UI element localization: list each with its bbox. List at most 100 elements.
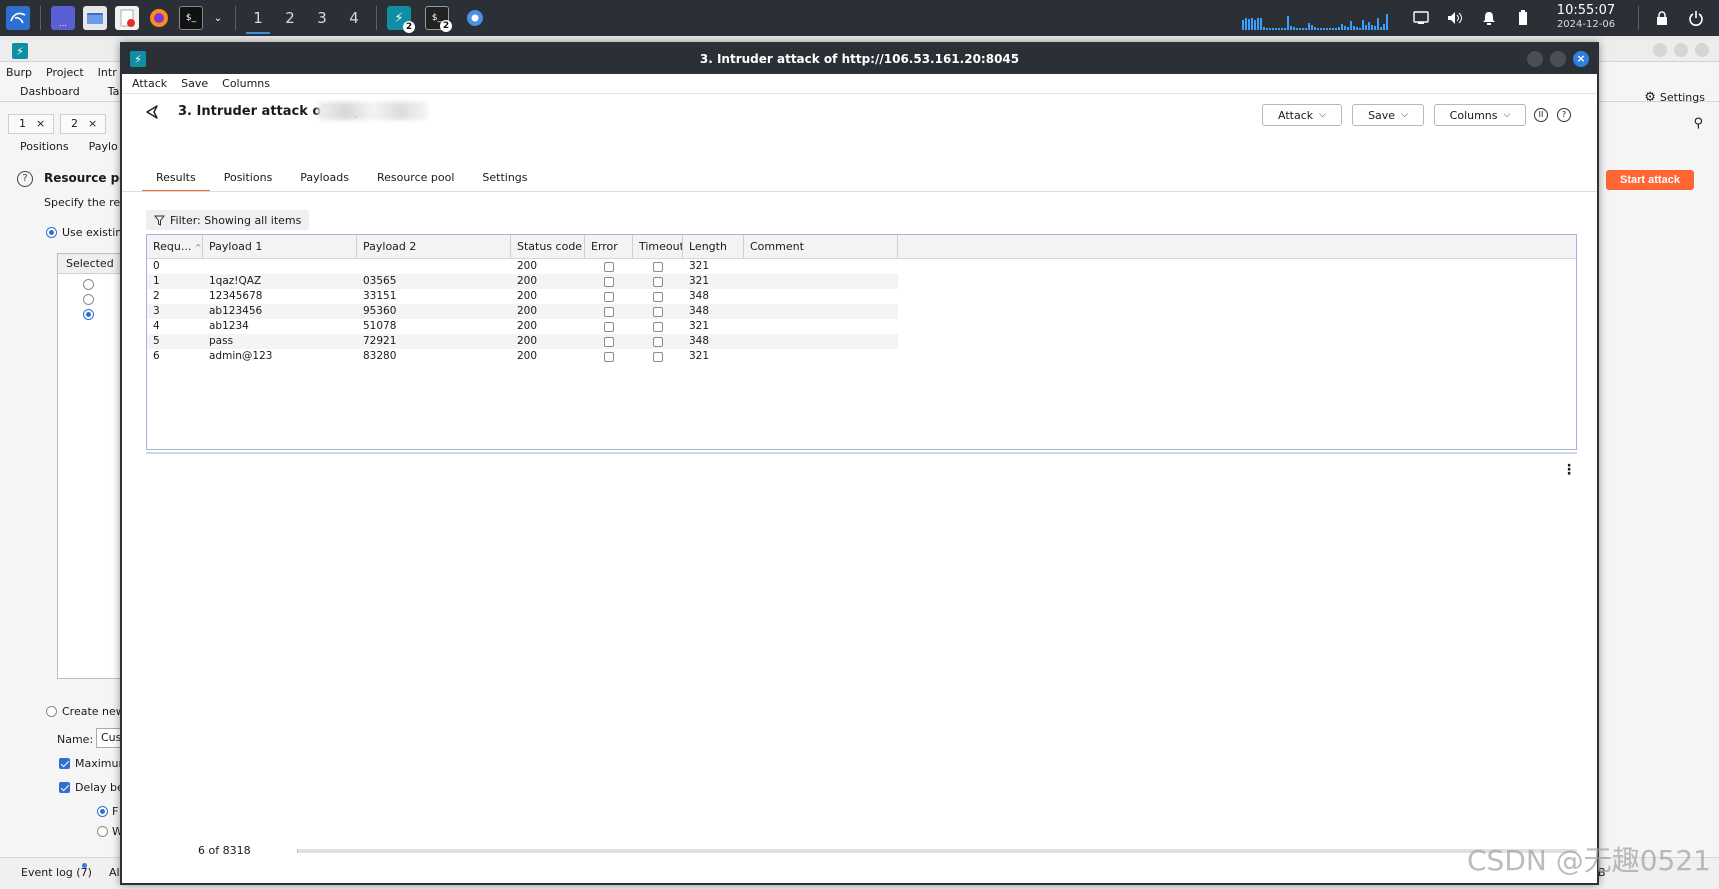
- subtab-payloads[interactable]: Paylo: [89, 140, 118, 153]
- pause-icon[interactable]: II: [1534, 108, 1548, 122]
- columns-button[interactable]: Columns ⌵: [1434, 104, 1526, 126]
- tab-dashboard[interactable]: Dashboard: [0, 82, 94, 102]
- file-manager-icon[interactable]: [83, 6, 107, 30]
- power-icon[interactable]: [1685, 7, 1707, 29]
- help-icon[interactable]: ?: [17, 171, 33, 187]
- tab-settings[interactable]: Settings: [468, 168, 541, 192]
- filter-icon: [154, 215, 165, 226]
- event-log-link[interactable]: Event log (7): [21, 866, 92, 879]
- col-status-code[interactable]: Status code: [511, 235, 585, 259]
- with-radio[interactable]: [97, 826, 108, 837]
- workspace-3[interactable]: 3: [306, 0, 338, 36]
- length-cell: 348: [683, 304, 744, 319]
- table-row[interactable]: 2 12345678 33151 200 348: [147, 289, 1576, 304]
- col-comment[interactable]: Comment: [744, 235, 898, 259]
- kali-menu-icon[interactable]: [6, 6, 30, 30]
- intruder-subtabs: Positions Paylo: [20, 140, 118, 153]
- maximum-option[interactable]: Maximun: [59, 757, 125, 770]
- event-log-dot: [82, 863, 87, 868]
- menu-columns[interactable]: Columns: [222, 77, 270, 90]
- fixed-option[interactable]: F: [97, 805, 118, 818]
- error-checkbox: [604, 336, 614, 347]
- col-error[interactable]: Error: [585, 235, 633, 259]
- attack-button[interactable]: Attack ⌵: [1262, 104, 1342, 126]
- maximum-checkbox[interactable]: [59, 758, 70, 769]
- payload2-cell: 51078: [363, 320, 397, 332]
- menu-burp[interactable]: Burp: [6, 66, 32, 79]
- pool-radio-2[interactable]: [83, 293, 94, 305]
- intruder-tab-1[interactable]: 1 ×: [8, 114, 54, 134]
- length-cell: 321: [683, 274, 744, 289]
- burp-logo-icon: ⚡: [12, 43, 28, 59]
- menu-attack[interactable]: Attack: [132, 77, 167, 90]
- tab-positions[interactable]: Positions: [210, 168, 287, 192]
- use-existing-radio[interactable]: [46, 227, 57, 238]
- tab-payloads[interactable]: Payloads: [286, 168, 363, 192]
- table-row[interactable]: 3 ab123456 95360 200 348: [147, 304, 1576, 319]
- menu-save[interactable]: Save: [181, 77, 208, 90]
- delay-option[interactable]: Delay bet: [59, 781, 128, 794]
- tab-results[interactable]: Results: [142, 168, 210, 192]
- with-option[interactable]: W: [97, 825, 123, 838]
- workspace-switcher-icon[interactable]: ...: [51, 6, 75, 30]
- table-row[interactable]: 5 pass 72921 200 348: [147, 334, 1576, 349]
- close-button[interactable]: ×: [1573, 51, 1589, 67]
- terminal-icon[interactable]: $_: [179, 6, 203, 30]
- burp-task-icon[interactable]: ⚡ 2: [387, 6, 415, 33]
- col-length[interactable]: Length: [683, 235, 744, 259]
- fixed-radio[interactable]: [97, 806, 108, 817]
- workspace-1[interactable]: 1: [242, 0, 274, 36]
- workspace-2[interactable]: 2: [274, 0, 306, 36]
- workspace-4[interactable]: 4: [338, 0, 370, 36]
- terminal-task-icon[interactable]: $_ 2: [425, 6, 452, 32]
- back-icon[interactable]: [144, 104, 160, 120]
- start-attack-button[interactable]: Start attack: [1606, 170, 1694, 190]
- maximize-button[interactable]: [1550, 51, 1566, 67]
- filter-bar[interactable]: Filter: Showing all items: [146, 210, 310, 230]
- battery-icon[interactable]: [1512, 7, 1534, 29]
- create-new-radio[interactable]: [46, 706, 57, 717]
- close-icon: ×: [1576, 52, 1586, 65]
- volume-icon[interactable]: [1444, 7, 1466, 29]
- minimize-button[interactable]: [1527, 51, 1543, 67]
- main-minimize-button[interactable]: [1653, 43, 1667, 57]
- col-payload-2[interactable]: Payload 2: [357, 235, 511, 259]
- bell-icon[interactable]: [1478, 7, 1500, 29]
- save-button[interactable]: Save ⌵: [1352, 104, 1424, 126]
- subtab-positions[interactable]: Positions: [20, 140, 69, 153]
- create-new-option[interactable]: Create new: [46, 705, 125, 718]
- search-icon[interactable]: ⚲: [1693, 116, 1703, 131]
- col-request[interactable]: Requ... ^: [147, 235, 203, 259]
- text-editor-icon[interactable]: [115, 6, 139, 30]
- firefox-icon[interactable]: [147, 6, 171, 30]
- all-issues-link[interactable]: Al: [109, 866, 120, 879]
- intruder-tab-2[interactable]: 2 ×: [60, 114, 106, 134]
- more-options-icon[interactable]: ⋮: [1562, 462, 1576, 478]
- table-row[interactable]: 0 200 321: [147, 259, 1576, 274]
- network-icon[interactable]: [1410, 7, 1432, 29]
- tab-resource-pool[interactable]: Resource pool: [363, 168, 468, 192]
- timeout-checkbox: [653, 261, 663, 272]
- close-icon[interactable]: ×: [36, 117, 45, 130]
- menu-project[interactable]: Project: [46, 66, 84, 79]
- table-row[interactable]: 6 admin@123 83280 200 321: [147, 349, 1576, 364]
- col-payload-1[interactable]: Payload 1: [203, 235, 357, 259]
- settings-link[interactable]: ⚙ Settings: [1644, 90, 1705, 105]
- use-existing-option[interactable]: Use existing: [46, 226, 129, 239]
- col-timeout[interactable]: Timeout: [633, 235, 683, 259]
- lock-icon[interactable]: [1651, 7, 1673, 29]
- help-icon[interactable]: ?: [1557, 108, 1571, 122]
- pool-radio-1[interactable]: [83, 278, 94, 290]
- menu-intruder[interactable]: Intr: [98, 66, 117, 79]
- table-row[interactable]: 1 1qaz!QAZ 03565 200 321: [147, 274, 1576, 289]
- clock[interactable]: 10:55:07 2024-12-06: [1548, 4, 1624, 32]
- close-icon[interactable]: ×: [88, 117, 97, 130]
- chromium-task-icon[interactable]: [463, 6, 487, 30]
- results-table-body: 0 200 321 1 1qaz!QAZ 03565 200 321 2 12345678 3315…: [147, 259, 1576, 364]
- main-close-button[interactable]: [1695, 43, 1709, 57]
- main-maximize-button[interactable]: [1674, 43, 1688, 57]
- chevron-down-icon[interactable]: ⌄: [211, 6, 225, 30]
- delay-checkbox[interactable]: [59, 782, 70, 793]
- table-row[interactable]: 4 ab1234 51078 200 321: [147, 319, 1576, 334]
- pool-radio-3[interactable]: [83, 308, 94, 320]
